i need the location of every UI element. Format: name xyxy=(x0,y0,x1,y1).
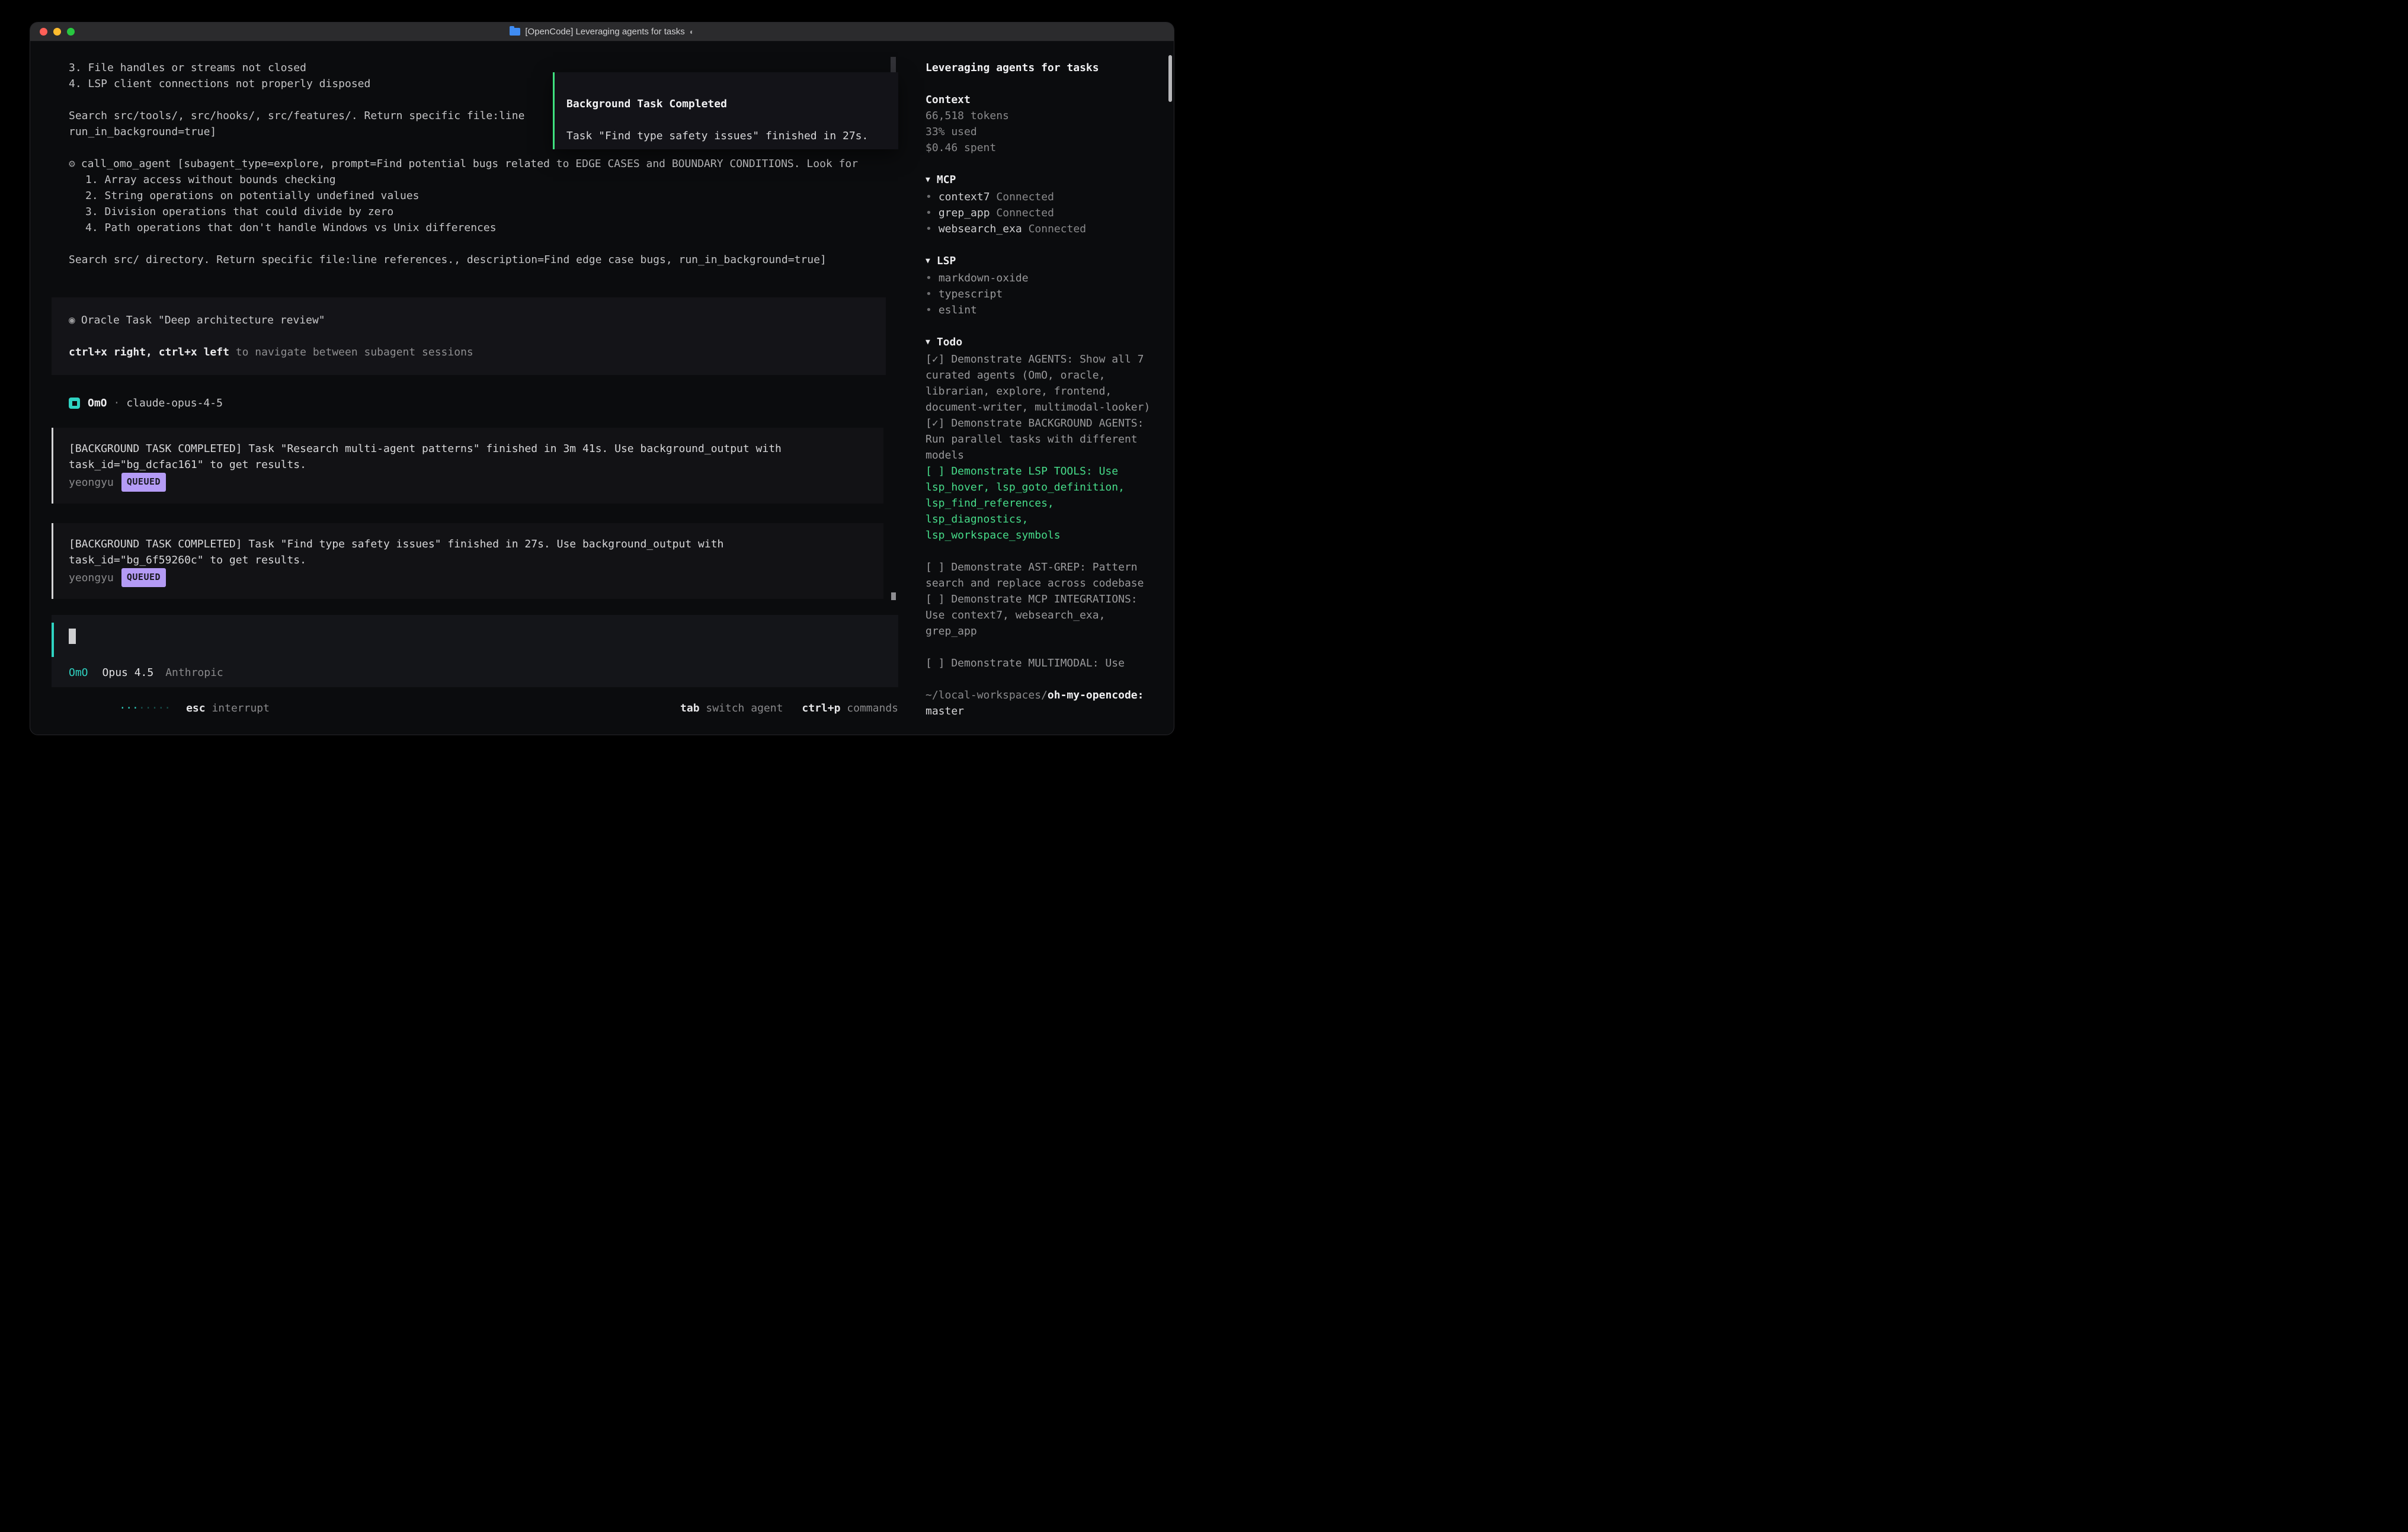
active-agent-label: OmO xyxy=(69,665,88,681)
agent-header: OmO · claude-opus-4-5 xyxy=(69,395,913,411)
todo-section: Todo [✓] Demonstrate AGENTS: Show all 7 … xyxy=(926,334,1161,671)
spinner-icon: ··· xyxy=(119,702,139,714)
window-title-text: [OpenCode] Leveraging agents for tasks xyxy=(525,27,684,37)
prompt-editor[interactable] xyxy=(52,623,898,657)
lsp-item: markdown-oxide xyxy=(926,270,1161,286)
notification-title: Background Task Completed xyxy=(566,96,898,112)
todo-item: [ ] Demonstrate AST-GREP: Pattern search… xyxy=(926,559,1161,591)
esc-key-hint: esc xyxy=(186,702,206,714)
message-author: yeongyu xyxy=(69,475,114,491)
message-footer: yeongyu QUEUED xyxy=(69,568,872,587)
todo-item-active: [ ] Demonstrate LSP TOOLS: Use lsp_hover… xyxy=(926,463,1161,543)
chevron-down-icon xyxy=(926,336,937,348)
text-cursor xyxy=(69,629,76,644)
gear-icon xyxy=(69,158,81,170)
context-heading: Context xyxy=(926,92,1161,108)
model-info-row: OmO Opus 4.5 Anthropic xyxy=(52,665,898,681)
todo-heading[interactable]: Todo xyxy=(926,334,1161,351)
active-model-label: Opus 4.5 xyxy=(103,665,154,681)
log-block: Search src/ directory. Return specific f… xyxy=(69,252,913,268)
traffic-lights xyxy=(40,28,75,36)
context-tokens: 66,518 tokens xyxy=(926,108,1161,124)
message-line: task_id="bg_dcfac161" to get results. xyxy=(69,457,872,473)
bullet-icon xyxy=(926,191,939,203)
status-right: tab switch agent ctrl+p commands xyxy=(680,700,898,716)
log-line: Search src/ directory. Return specific f… xyxy=(69,252,913,268)
close-button[interactable] xyxy=(40,28,47,36)
todo-item: [ ] Demonstrate MCP INTEGRATIONS: Use co… xyxy=(926,591,1161,639)
window-title: [OpenCode] Leveraging agents for tasks ◐ xyxy=(30,27,1174,37)
oracle-navigation-hint: ctrl+x right, ctrl+x left to navigate be… xyxy=(69,344,886,360)
prompt-input-area[interactable]: OmO Opus 4.5 Anthropic xyxy=(52,615,898,687)
zoom-button[interactable] xyxy=(67,28,75,36)
message-line: task_id="bg_6f59260c" to get results. xyxy=(69,552,872,568)
message-block: [BACKGROUND TASK COMPLETED] Task "Resear… xyxy=(52,428,883,504)
spinner-icon-dim: ····· xyxy=(139,702,171,714)
lsp-section: LSP markdown-oxide typescript eslint xyxy=(926,253,1161,318)
session-sidebar: Leveraging agents for tasks Context 66,5… xyxy=(913,41,1174,735)
oracle-task-title: Oracle Task "Deep architecture review" xyxy=(69,312,886,328)
minimize-button[interactable] xyxy=(53,28,61,36)
agent-icon xyxy=(69,398,80,409)
sidebar-scrollbar-thumb[interactable] xyxy=(1168,55,1172,102)
tab-key-hint: tab switch agent xyxy=(680,700,783,716)
conversation-pane: Background Task Completed Task "Find typ… xyxy=(30,41,913,735)
terminal-window: [OpenCode] Leveraging agents for tasks ◐… xyxy=(30,22,1174,735)
model-provider-label: Anthropic xyxy=(165,665,223,681)
status-bar: ········ esc interrupt tab switch agent c… xyxy=(55,700,898,716)
status-left: ········ esc interrupt xyxy=(55,684,270,732)
title-bar[interactable]: [OpenCode] Leveraging agents for tasks ◐ xyxy=(30,23,1174,41)
chevron-down-icon xyxy=(926,174,937,186)
message-author: yeongyu xyxy=(69,570,114,586)
todo-item: [ ] Demonstrate MULTIMODAL: Use xyxy=(926,655,1161,671)
bullet-icon xyxy=(926,304,939,316)
scrollbar-thumb[interactable] xyxy=(891,592,896,600)
bullet-icon xyxy=(926,288,939,300)
message-footer: yeongyu QUEUED xyxy=(69,473,872,492)
mcp-item: context7 Connected xyxy=(926,189,1161,205)
bullet-icon xyxy=(926,207,939,219)
workspace-info: ~/local-workspaces/oh-my-opencode: maste… xyxy=(926,687,1161,719)
context-used: 33% used xyxy=(926,124,1161,140)
half-circle-icon: ◐ xyxy=(690,27,694,36)
status-badge: QUEUED xyxy=(121,473,166,492)
status-badge: QUEUED xyxy=(121,568,166,587)
context-section: Context 66,518 tokens 33% used $0.46 spe… xyxy=(926,92,1161,156)
background-task-notification: Background Task Completed Task "Find typ… xyxy=(553,72,898,149)
chevron-down-icon xyxy=(926,255,937,267)
workspace-path: ~/local-workspaces/oh-my-opencode: xyxy=(926,687,1161,703)
message-line: [BACKGROUND TASK COMPLETED] Task "Find t… xyxy=(69,536,872,552)
todo-item: [✓] Demonstrate AGENTS: Show all 7 curat… xyxy=(926,351,1161,415)
commands-key-hint: ctrl+p commands xyxy=(802,700,898,716)
mcp-section: MCP context7 Connected grep_app Connecte… xyxy=(926,172,1161,237)
folder-icon xyxy=(510,28,520,36)
agent-model: claude-opus-4-5 xyxy=(126,395,223,411)
oracle-task-panel: Oracle Task "Deep architecture review" c… xyxy=(52,297,886,375)
lsp-heading[interactable]: LSP xyxy=(926,253,1161,270)
tool-call-item: 4. Path operations that don't handle Win… xyxy=(69,220,913,236)
bullet-icon xyxy=(926,223,939,235)
esc-key-label: interrupt xyxy=(212,702,270,714)
notification-body: Task "Find type safety issues" finished … xyxy=(566,128,898,144)
lsp-item: typescript xyxy=(926,286,1161,302)
message-line: [BACKGROUND TASK COMPLETED] Task "Resear… xyxy=(69,441,872,457)
agent-name: OmO xyxy=(88,395,107,411)
context-spent: $0.46 spent xyxy=(926,140,1161,156)
session-title: Leveraging agents for tasks xyxy=(926,60,1161,76)
separator-dot: · xyxy=(114,395,120,411)
message-block: [BACKGROUND TASK COMPLETED] Task "Find t… xyxy=(52,523,883,599)
mcp-heading[interactable]: MCP xyxy=(926,172,1161,189)
lsp-item: eslint xyxy=(926,302,1161,318)
mcp-item: websearch_exa Connected xyxy=(926,221,1161,237)
bullet-icon xyxy=(926,272,939,284)
workspace-branch: master xyxy=(926,703,1161,719)
tool-call-header: call_omo_agent [subagent_type=explore, p… xyxy=(69,156,913,172)
record-icon xyxy=(69,314,81,326)
tool-call-item: 2. String operations on potentially unde… xyxy=(69,188,913,204)
todo-item: [✓] Demonstrate BACKGROUND AGENTS: Run p… xyxy=(926,415,1161,463)
tool-call-block: call_omo_agent [subagent_type=explore, p… xyxy=(69,156,913,236)
tool-call-item: 3. Division operations that could divide… xyxy=(69,204,913,220)
tool-call-item: 1. Array access without bounds checking xyxy=(69,172,913,188)
mcp-item: grep_app Connected xyxy=(926,205,1161,221)
